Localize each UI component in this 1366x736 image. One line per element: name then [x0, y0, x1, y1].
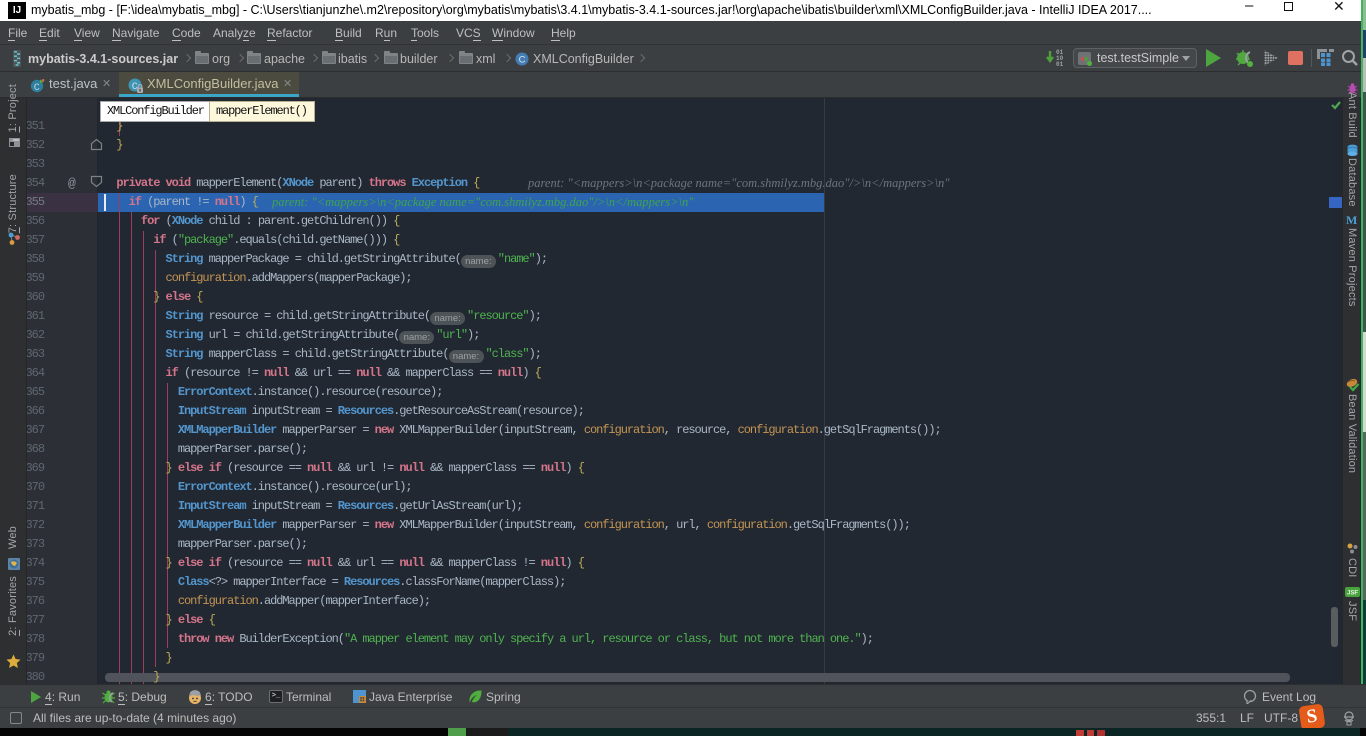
svg-text:01: 01 [1056, 61, 1064, 68]
svg-text:C: C [519, 55, 526, 66]
svg-text:C: C [34, 83, 40, 93]
svg-text:JSF: JSF [1347, 591, 1358, 597]
svg-text:C: C [132, 82, 138, 93]
